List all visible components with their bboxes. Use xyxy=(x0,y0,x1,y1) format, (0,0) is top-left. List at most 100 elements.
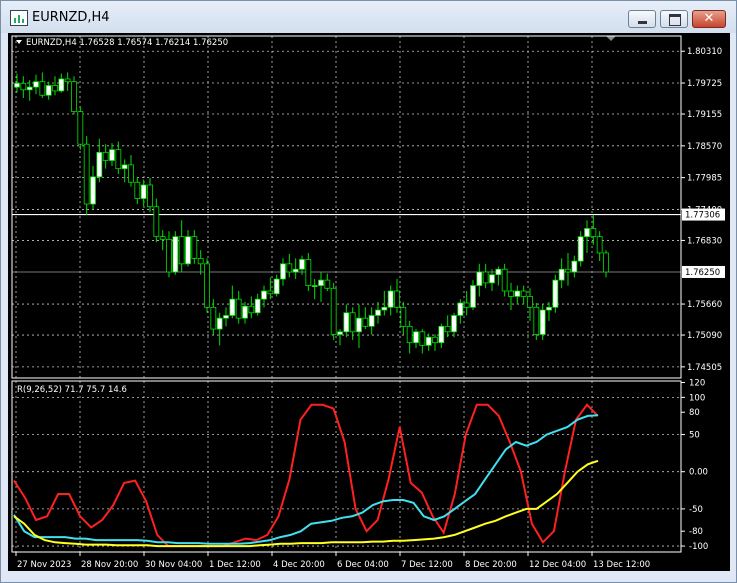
price-tick-label: 1.78570 xyxy=(687,142,722,152)
candle-body xyxy=(311,285,318,287)
candle-body xyxy=(14,82,20,88)
candle-body xyxy=(185,236,191,265)
candle-body xyxy=(248,305,255,314)
candle-body xyxy=(349,312,356,333)
chart-window: EURNZD,H4 ✕ 1.80310 1.79725 1.79155 1.78570… xyxy=(0,0,737,583)
time-tick-label: 30 Nov 04:00 xyxy=(145,560,202,570)
candle-body xyxy=(292,268,299,273)
candle-body xyxy=(476,271,483,286)
candle-body xyxy=(362,317,369,327)
candle-body xyxy=(254,298,261,314)
indicator-tick-label: -50 xyxy=(689,505,703,515)
candle-body xyxy=(451,315,457,333)
candle-body xyxy=(584,228,590,238)
candle-body xyxy=(356,317,362,333)
candle-body xyxy=(406,325,413,344)
candle-body xyxy=(590,228,597,238)
price-label-highlight: 1.77306 xyxy=(685,211,720,221)
candle-body xyxy=(153,206,160,238)
dropdown-arrow-icon[interactable] xyxy=(16,40,22,44)
candle-body xyxy=(381,306,388,311)
candle-body xyxy=(128,164,134,183)
candle-body xyxy=(299,259,305,270)
candle-body xyxy=(558,268,565,281)
price-tick-label: 1.80310 xyxy=(687,47,722,57)
maximize-icon[interactable] xyxy=(660,10,688,28)
candle-body xyxy=(413,331,419,344)
candle-body xyxy=(577,236,584,262)
shift-marker-icon[interactable] xyxy=(606,36,616,41)
indicator-tick-label: -80 xyxy=(689,527,703,537)
time-tick-label: 7 Dec 12:00 xyxy=(401,560,453,570)
candle-body xyxy=(438,325,445,344)
candle-body xyxy=(197,257,204,265)
candle-body xyxy=(20,82,27,91)
candle-body xyxy=(539,309,546,335)
candle-body xyxy=(286,263,293,273)
candle-body xyxy=(191,236,198,259)
candle-body xyxy=(489,274,495,284)
candle-body xyxy=(242,305,248,319)
candle-body xyxy=(318,279,324,286)
candle-body xyxy=(343,312,350,333)
candle-body xyxy=(375,309,381,316)
candle-body xyxy=(45,85,52,96)
indicator-axis: 120 100 80 50 0.00 -50 -80 -100 xyxy=(681,378,708,552)
candle-body xyxy=(33,81,39,88)
indicator-line xyxy=(13,459,599,548)
candle-body xyxy=(83,143,90,205)
chart-svg[interactable]: 1.803101.797251.791551.785701.779851.774… xyxy=(8,33,730,571)
candle-body xyxy=(330,287,337,335)
candle-body xyxy=(419,331,426,346)
candle-body xyxy=(470,285,476,308)
indicator-tick-label: 0.00 xyxy=(689,468,708,478)
indicator-tick-label: 120 xyxy=(689,378,705,388)
candles xyxy=(14,72,609,354)
price-tick-label: 1.75660 xyxy=(687,300,722,310)
candle-body xyxy=(565,268,571,273)
time-tick-label: 27 Nov 2023 xyxy=(17,560,71,570)
candle-body xyxy=(305,259,312,286)
chart-window-icon xyxy=(10,10,28,26)
candle-body xyxy=(520,290,527,297)
candle-body xyxy=(77,111,84,145)
time-tick-label: 8 Dec 20:00 xyxy=(465,560,517,570)
candle-body xyxy=(368,315,375,327)
indicator-tick-label: 50 xyxy=(689,431,700,441)
close-icon[interactable]: ✕ xyxy=(692,10,726,28)
candle-body xyxy=(204,263,210,308)
candle-body xyxy=(387,290,394,308)
indicator-pane-border xyxy=(11,380,682,553)
title-bar[interactable]: EURNZD,H4 ✕ xyxy=(1,1,736,33)
candle-body xyxy=(324,279,331,289)
candle-body xyxy=(267,290,274,295)
time-tick-label: 4 Dec 20:00 xyxy=(273,560,325,570)
candle-body xyxy=(596,236,603,254)
price-tick-label: 1.79155 xyxy=(687,110,722,120)
candle-body xyxy=(235,298,242,319)
candle-body xyxy=(210,306,217,330)
candle-body xyxy=(216,317,223,330)
candle-body xyxy=(444,325,451,333)
indicator-tick-label: 80 xyxy=(689,408,700,418)
candle-body xyxy=(501,268,508,292)
window-title: EURNZD,H4 xyxy=(32,10,110,25)
candle-body xyxy=(425,336,432,346)
candle-body xyxy=(603,252,609,273)
time-tick-label: 28 Nov 20:00 xyxy=(81,560,138,570)
candle-body xyxy=(39,81,46,96)
candle-body xyxy=(134,181,141,199)
candle-body xyxy=(178,236,185,265)
candle-body xyxy=(52,85,58,92)
candle-body xyxy=(273,278,280,295)
candle-body xyxy=(508,290,514,297)
candle-body xyxy=(223,315,229,319)
candle-body xyxy=(159,236,166,240)
candle-body xyxy=(102,151,109,161)
candle-body xyxy=(140,184,147,199)
chart-area[interactable]: 1.803101.797251.791551.785701.779851.774… xyxy=(8,33,730,571)
indicator-lines xyxy=(13,403,599,548)
candle-body xyxy=(337,331,343,335)
candle-body xyxy=(400,306,407,327)
minimize-icon[interactable] xyxy=(628,10,656,28)
